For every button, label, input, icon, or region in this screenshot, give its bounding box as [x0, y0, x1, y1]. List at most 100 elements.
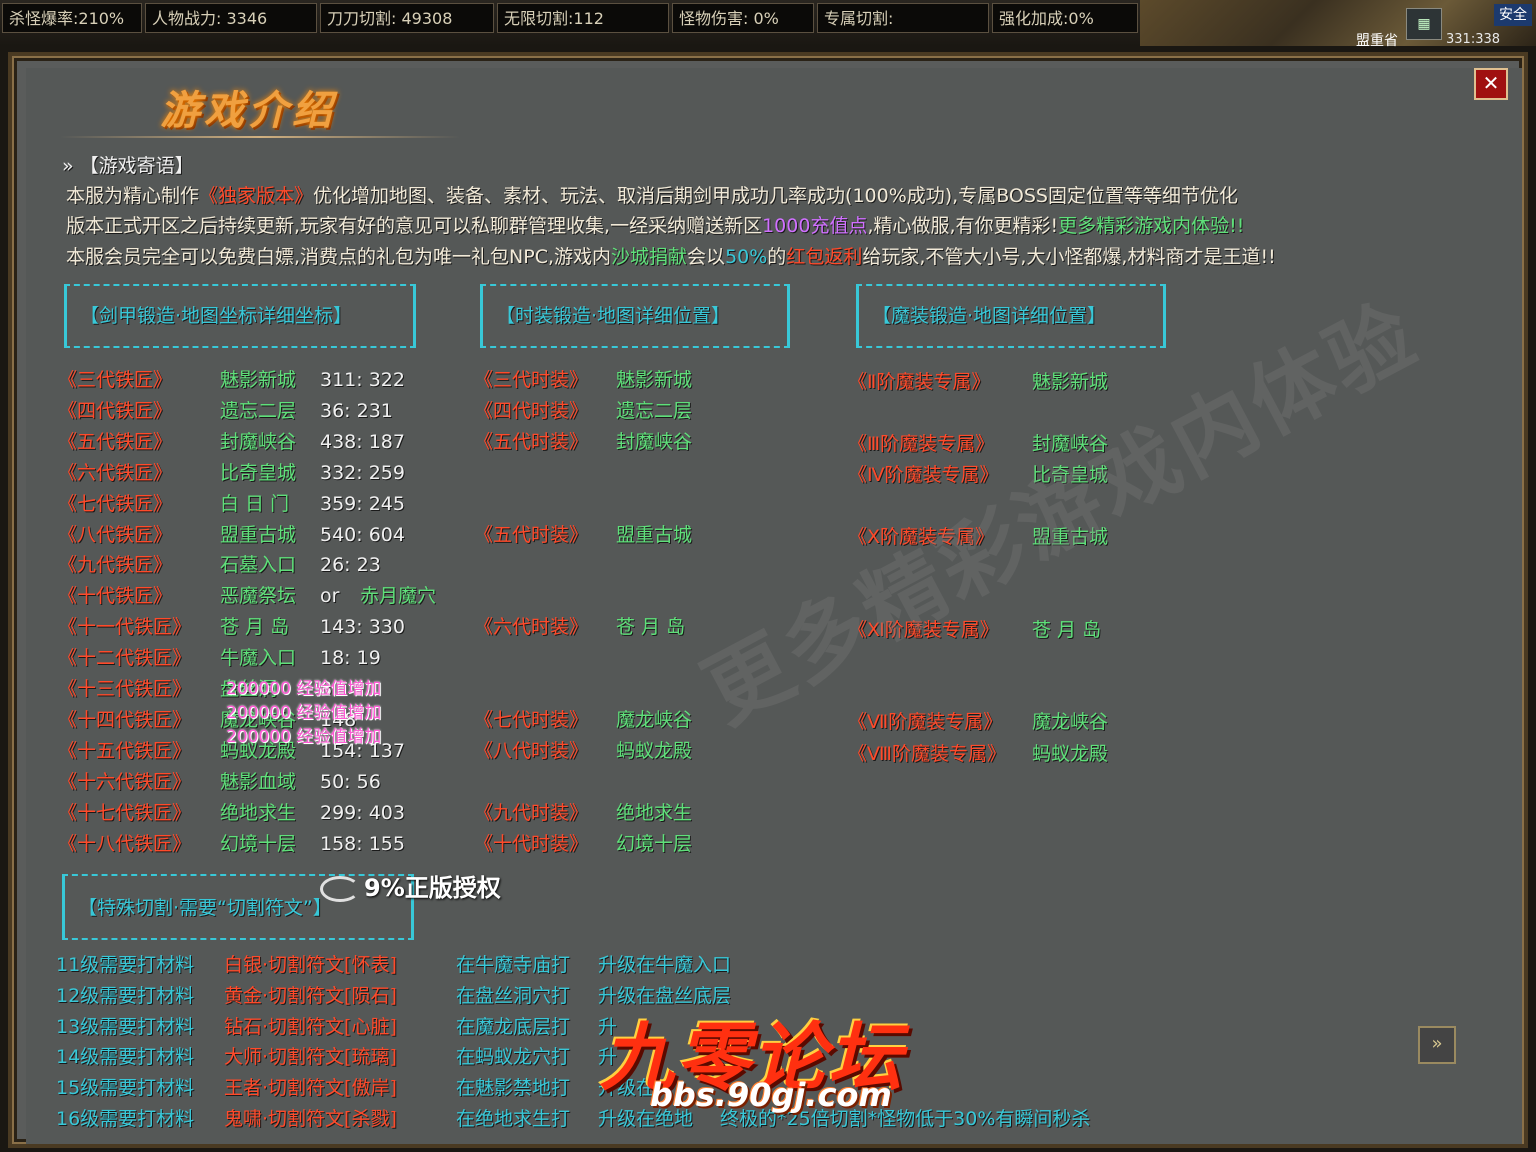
fashion-map: 苍 月 岛: [616, 616, 686, 639]
combat-power-stat: 人物战力: 3346: [145, 3, 317, 33]
intro-text: 优化增加地图、装备、素材、玩法、取消后期剑甲成功几率成功(100%成功),专属B…: [313, 185, 1238, 207]
fashion-map: 幻境十层: [616, 832, 693, 855]
safe-zone-badge: 安全: [1494, 4, 1532, 26]
smith-name: 《八代铁匠》: [58, 523, 173, 546]
smith-name: 《十八代铁匠》: [58, 832, 192, 855]
smith-coord: 359: 245: [320, 492, 405, 515]
cut-location: 在魅影禁地打: [456, 1077, 571, 1100]
fashion-map: 蚂蚁龙殿: [616, 739, 693, 762]
exclusive-cut-stat: 专属切割:: [817, 3, 989, 33]
intro-line-2: 版本正式开区之后持续更新,玩家有好的意见可以私聊群管理收集,一经采纳赠送新区10…: [66, 214, 1244, 238]
armor-forge-title: 【剑甲锻造·地图坐标详细坐标】: [80, 305, 353, 327]
license-badge: 9%正版授权: [320, 868, 501, 903]
smith-coord: 438: 187: [320, 430, 405, 453]
smith-name: 《十二代铁匠》: [58, 647, 192, 670]
smith-name: 《十三代铁匠》: [58, 678, 192, 700]
cut-level: 16级需要打材料: [56, 1108, 195, 1130]
intro-highlight: 1000充值点: [762, 215, 868, 237]
intro-text: 本服会员完全可以免费白嫖,消费点的礼包为唯一礼包NPC,游戏内: [66, 246, 612, 268]
smith-map: 白 日 门: [220, 492, 290, 515]
smith-name: 《三代铁匠》: [58, 369, 173, 391]
smith-name: 《四代铁匠》: [58, 399, 173, 422]
intro-text: ,精心做服,有你更精彩!: [867, 215, 1059, 237]
fashion-name: 《四代时装》: [474, 399, 589, 422]
magic-map: 苍 月 岛: [1032, 619, 1102, 641]
cut-location: 在盘丝洞穴打: [456, 984, 571, 1007]
top-status-bar: 杀怪爆率:210% 人物战力: 3346 刀刀切割: 49308 无限切割:11…: [0, 0, 1536, 49]
dragon-icon: [320, 876, 360, 902]
smith-coord: 299: 403: [320, 801, 405, 824]
fashion-name: 《十代时装》: [474, 832, 589, 855]
fashion-name: 《八代时装》: [474, 739, 589, 762]
fashion-name: 《七代时装》: [474, 708, 589, 731]
smith-name: 《十六代铁匠》: [58, 770, 192, 793]
cut-rune: 王者·切割符文[傲岸]: [224, 1077, 397, 1100]
cut-location: 在蚂蚁龙穴打: [456, 1046, 571, 1069]
cut-rune: 大师·切割符文[琉璃]: [224, 1046, 397, 1069]
fashion-name: 《六代时装》: [474, 616, 589, 639]
cut-rune: 钻石·切割符文[心脏]: [224, 1015, 397, 1038]
intro-highlight: 50%: [725, 246, 768, 268]
forum-url: bbs.90gj.com: [650, 1076, 892, 1114]
smith-coord: 50: 56: [320, 770, 381, 793]
smith-coord: 36: 231: [320, 399, 393, 422]
title-divider: [60, 136, 460, 138]
magic-map: 魅影新城: [1032, 371, 1109, 393]
fashion-map: 遗忘二层: [616, 399, 693, 422]
intro-text: 给玩家,不管大小号,大小怪都爆,材料商才是王道!!: [862, 246, 1276, 268]
infinite-cut-stat: 无限切割:112: [497, 3, 669, 33]
magic-name: 《Ⅶ阶魔装专属》: [848, 711, 1003, 733]
intro-line-3: 本服会员完全可以免费白嫖,消费点的礼包为唯一礼包NPC,游戏内沙城捐献会以50%…: [66, 245, 1276, 269]
fashion-name: 《三代时装》: [474, 369, 589, 391]
smith-coord: 332: 259: [320, 461, 405, 484]
fashion-name: 《五代时装》: [474, 430, 589, 453]
enhance-bonus-stat: 强化加成:0%: [992, 3, 1138, 33]
next-page-button[interactable]: »: [1418, 1026, 1456, 1064]
magic-map: 魔龙峡谷: [1032, 711, 1109, 733]
map-name: 盟重省: [1356, 33, 1398, 49]
cut-level: 13级需要打材料: [56, 1015, 195, 1038]
cut-upgrade: 升级在牛魔入口: [598, 954, 732, 976]
fashion-map: 绝地求生: [616, 801, 693, 824]
intro-highlight: 《独家版本》: [199, 185, 314, 207]
smith-coord: 18: 19: [320, 647, 381, 670]
magic-forge-title: 【魔装锻造·地图详细位置】: [872, 305, 1107, 327]
smith-map: 牛魔入口: [220, 647, 297, 670]
smith-name: 《十代铁匠》: [58, 585, 173, 608]
fashion-map: 盟重古城: [616, 523, 693, 546]
fashion-forge-title: 【时装锻造·地图详细位置】: [496, 305, 731, 327]
minimap-toggle-button[interactable]: ▦: [1406, 8, 1442, 40]
cut-location: 在牛魔寺庙打: [456, 954, 571, 976]
smith-map: 封魔峡谷: [220, 430, 297, 453]
license-badge-text: 9%正版授权: [364, 874, 501, 902]
smith-name: 《六代铁匠》: [58, 461, 173, 484]
smith-map: 魅影血域: [220, 770, 297, 793]
smith-name: 《七代铁匠》: [58, 492, 173, 515]
intro-text: 本服为精心制作: [66, 185, 200, 207]
cut-level: 12级需要打材料: [56, 984, 195, 1007]
smith-map: 绝地求生: [220, 801, 297, 824]
intro-highlight: 红包返利: [786, 246, 863, 268]
drop-rate-stat: 杀怪爆率:210%: [2, 3, 142, 33]
cut-level: 14级需要打材料: [56, 1046, 195, 1069]
smith-name: 《十四代铁匠》: [58, 708, 192, 731]
cut-rune: 鬼啸·切割符文[杀戮]: [224, 1108, 397, 1130]
cut-location: 在绝地求生打: [456, 1108, 571, 1130]
close-button[interactable]: ✕: [1474, 68, 1508, 100]
smith-name: 《十七代铁匠》: [58, 801, 192, 824]
magic-name: 《Ⅲ阶魔装专属》: [848, 433, 995, 455]
fashion-map: 封魔峡谷: [616, 430, 693, 453]
intro-highlight: 更多精彩游戏内体验!!: [1058, 215, 1245, 237]
smith-map: 遗忘二层: [220, 399, 297, 422]
magic-name: 《Ⅷ阶魔装专属》: [848, 743, 1007, 765]
exp-popup: 200000 经验值增加: [226, 703, 382, 723]
smith-map: 魅影新城: [220, 369, 297, 391]
smith-coord: 26: 23: [320, 554, 381, 577]
smith-name: 《五代铁匠》: [58, 430, 173, 453]
smith-coord: 158: 155: [320, 832, 405, 855]
smith-name: 《十五代铁匠》: [58, 739, 192, 762]
smith-name: 《十一代铁匠》: [58, 616, 192, 639]
exp-popup: 200000 经验值增加: [226, 727, 382, 747]
smith-map: 盟重古城: [220, 523, 297, 546]
intro-text: 版本正式开区之后持续更新,玩家有好的意见可以私聊群管理收集,一经采纳赠送新区: [66, 215, 763, 237]
